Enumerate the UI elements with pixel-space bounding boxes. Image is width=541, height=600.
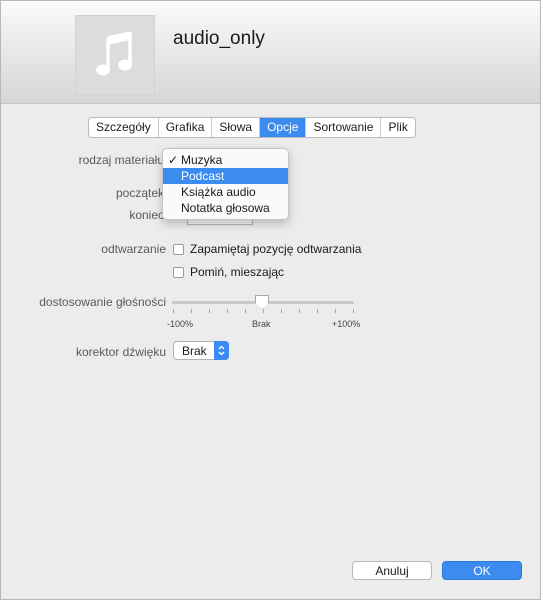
tab-bar: Szczegóły Grafika Słowa Opcje Sortowanie… (88, 117, 416, 138)
tab-lyrics[interactable]: Słowa (212, 118, 261, 137)
volume-min-label: -100% (167, 319, 194, 329)
start-label: początek (115, 186, 164, 200)
tab-sorting[interactable]: Sortowanie (306, 118, 382, 137)
skip-shuffle-checkbox[interactable] (173, 266, 184, 278)
tab-file[interactable]: Plik (381, 118, 414, 137)
volume-tick (335, 309, 336, 313)
menu-item-music[interactable]: ✓ Muzyka (163, 152, 288, 168)
media-kind-menu: ✓ Muzyka Podcast Książka audio Notatka g… (162, 148, 289, 220)
volume-tick (353, 309, 354, 313)
remember-position-checkbox[interactable] (173, 243, 184, 255)
menu-item-podcast[interactable]: Podcast (163, 168, 288, 184)
remember-position-label: Zapamiętaj pozycję odtwarzania (190, 242, 362, 256)
stop-label: koniec (129, 208, 164, 222)
popup-arrows-icon (214, 341, 229, 360)
options-panel: Szczegóły Grafika Słowa Opcje Sortowanie… (1, 105, 540, 599)
menu-item-audiobook[interactable]: Książka audio (163, 184, 288, 200)
volume-tick (245, 309, 246, 313)
dialog-header: audio_only (1, 1, 540, 104)
menu-item-voice-memo[interactable]: Notatka głosowa (163, 200, 288, 216)
volume-max-label: +100% (332, 319, 361, 329)
checkmark-icon: ✓ (168, 153, 179, 167)
equalizer-label: korektor dźwięku (75, 345, 166, 359)
skip-shuffle-label: Pomiń, mieszając (190, 265, 285, 279)
volume-tick (173, 309, 174, 313)
volume-label: dostosowanie głośności (39, 295, 166, 309)
music-note-icon (96, 32, 132, 76)
options-dialog: audio_only Szczegóły Grafika Słowa Opcje… (0, 0, 541, 600)
cancel-button[interactable]: Anuluj (352, 561, 432, 580)
playback-label: odtwarzanie (101, 242, 166, 256)
volume-tick (317, 309, 318, 313)
media-kind-label: rodzaj materiału (78, 153, 164, 167)
volume-mid-label: Brak (252, 319, 271, 329)
volume-tick (227, 309, 228, 313)
volume-tick (263, 309, 264, 313)
tab-options[interactable]: Opcje (260, 118, 307, 137)
volume-tick (299, 309, 300, 313)
volume-tick (191, 309, 192, 313)
remember-position-row[interactable]: Zapamiętaj pozycję odtwarzania (173, 242, 361, 256)
tab-details[interactable]: Szczegóły (89, 118, 159, 137)
volume-tick (209, 309, 210, 313)
volume-slider-thumb[interactable] (255, 295, 269, 309)
ok-button[interactable]: OK (442, 561, 522, 580)
volume-tick (281, 309, 282, 313)
equalizer-value: Brak (182, 343, 207, 358)
tab-artwork[interactable]: Grafika (159, 118, 213, 137)
album-artwork (75, 15, 155, 95)
equalizer-popup[interactable]: Brak (173, 341, 229, 360)
track-title: audio_only (173, 28, 265, 49)
skip-shuffle-row[interactable]: Pomiń, mieszając (173, 265, 284, 279)
